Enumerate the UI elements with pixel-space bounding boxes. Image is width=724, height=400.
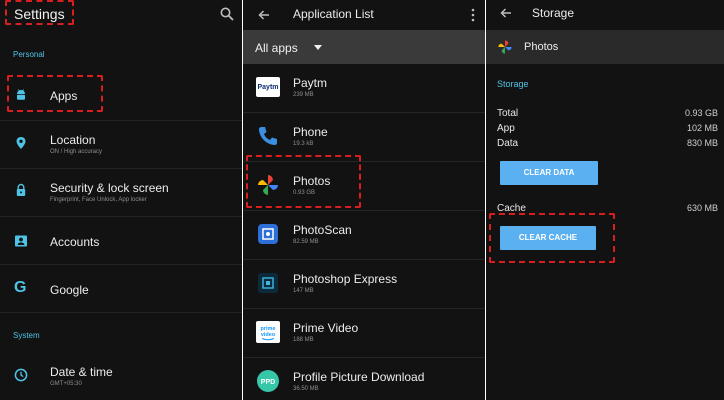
settings-item-accounts[interactable]: Accounts: [0, 216, 242, 264]
application-list-panel: Application List All apps Paytm Paytm 23…: [243, 0, 485, 400]
svg-text:video: video: [261, 332, 276, 338]
storage-panel: Storage Photos Storage Total 0.93 GB App…: [486, 0, 724, 400]
app-name: Photoshop Express: [293, 272, 398, 286]
app-size: 19.3 kB: [293, 141, 314, 147]
page-title: Settings: [14, 6, 65, 22]
stat-cache: Cache 630 MB: [486, 203, 724, 217]
app-name: Photos: [524, 41, 559, 53]
settings-item-date-time[interactable]: Date & time GMT+05:30: [0, 352, 242, 400]
app-size: 188 MB: [293, 337, 314, 343]
lock-icon: [16, 183, 26, 196]
stat-data: Data 830 MB: [486, 138, 724, 152]
settings-header: Settings: [0, 0, 242, 30]
stat-label: Cache: [497, 203, 526, 214]
settings-item-label: Location: [50, 133, 96, 147]
list-item-photoscan[interactable]: PhotoScan 82.59 MB: [243, 211, 485, 260]
account-card-icon: [15, 235, 27, 247]
app-size: 239 MB: [293, 92, 314, 98]
google-photos-icon: [258, 175, 278, 195]
settings-item-label: Accounts: [50, 235, 100, 249]
divider: [0, 312, 242, 313]
google-photos-icon: [498, 40, 512, 54]
list-item-prime-video[interactable]: prime video Prime Video 188 MB: [243, 309, 485, 358]
settings-item-apps[interactable]: Apps: [0, 71, 242, 119]
back-arrow-icon[interactable]: [257, 8, 271, 22]
stat-value: 102 MB: [686, 123, 718, 133]
stat-value: 0.93 GB: [684, 108, 718, 118]
android-icon: [17, 89, 25, 100]
stat-value: 830 MB: [686, 138, 718, 148]
app-size: 82.59 MB: [293, 239, 319, 245]
clear-data-button[interactable]: CLEAR DATA: [500, 161, 598, 185]
google-g-icon: G: [14, 279, 27, 296]
list-item-profile-picture-download[interactable]: PPD Profile Picture Download 36.50 MB: [243, 358, 485, 400]
settings-item-label: Security & lock screen: [50, 181, 169, 195]
app-name: Phone: [293, 125, 328, 139]
settings-item-label: Google: [50, 283, 89, 297]
app-name: PhotoScan: [293, 223, 352, 237]
stat-label: App: [497, 123, 515, 134]
clock-icon: [14, 368, 28, 382]
stat-total: Total 0.93 GB: [486, 108, 724, 122]
settings-item-google[interactable]: G Google: [0, 264, 242, 312]
settings-item-subtitle: ON / High accuracy: [50, 149, 103, 155]
search-icon[interactable]: [220, 7, 234, 21]
back-arrow-icon[interactable]: [499, 6, 513, 20]
svg-text:Paytm: Paytm: [257, 84, 278, 91]
app-filter-dropdown[interactable]: All apps: [243, 30, 485, 64]
settings-item-security[interactable]: Security & lock screen Fingerprint, Face…: [0, 168, 242, 216]
settings-item-location[interactable]: Location ON / High accuracy: [0, 120, 242, 168]
app-size: 0.93 GB: [293, 190, 316, 196]
more-options-icon[interactable]: [471, 8, 475, 22]
settings-panel: Settings Personal Apps Location ON / Hig…: [0, 0, 242, 400]
profile-picture-icon: PPD: [257, 370, 279, 392]
filter-label: All apps: [255, 41, 298, 55]
page-title: Application List: [293, 7, 374, 21]
storage-app-header: Photos: [486, 30, 724, 64]
photoshop-express-icon: [258, 273, 278, 293]
prime-video-icon: prime video: [256, 321, 280, 343]
paytm-icon: Paytm: [256, 77, 280, 97]
app-name: Profile Picture Download: [293, 370, 425, 384]
page-title: Storage: [532, 6, 575, 20]
app-name: Paytm: [293, 76, 328, 90]
settings-item-label: Apps: [50, 89, 78, 103]
phone-icon: [259, 127, 277, 145]
app-size: 147 MB: [293, 288, 314, 294]
section-personal: Personal: [13, 50, 45, 59]
list-item-paytm[interactable]: Paytm Paytm 239 MB: [243, 64, 485, 113]
settings-item-subtitle: GMT+05:30: [50, 381, 82, 387]
photoscan-icon: [258, 224, 278, 244]
list-item-phone[interactable]: Phone 19.3 kB: [243, 113, 485, 162]
clear-cache-button[interactable]: CLEAR CACHE: [500, 226, 596, 250]
stat-label: Data: [497, 138, 519, 149]
stat-label: Total: [497, 108, 519, 119]
dropdown-caret-icon: [314, 45, 322, 50]
settings-item-subtitle: Fingerprint, Face Unlock, App locker: [50, 197, 147, 203]
app-name: Prime Video: [293, 321, 359, 335]
section-system: System: [13, 331, 40, 340]
list-item-photos[interactable]: Photos 0.93 GB: [243, 162, 485, 211]
svg-text:PPD: PPD: [261, 379, 275, 386]
settings-item-label: Date & time: [50, 365, 113, 379]
app-size: 36.50 MB: [293, 386, 319, 392]
section-storage: Storage: [497, 79, 529, 89]
list-item-photoshop-express[interactable]: Photoshop Express 147 MB: [243, 260, 485, 309]
app-name: Photos: [293, 174, 331, 188]
stat-app: App 102 MB: [486, 123, 724, 137]
app-list-header: Application List: [243, 0, 485, 30]
location-pin-icon: [16, 137, 26, 149]
stat-value: 630 MB: [686, 203, 718, 213]
